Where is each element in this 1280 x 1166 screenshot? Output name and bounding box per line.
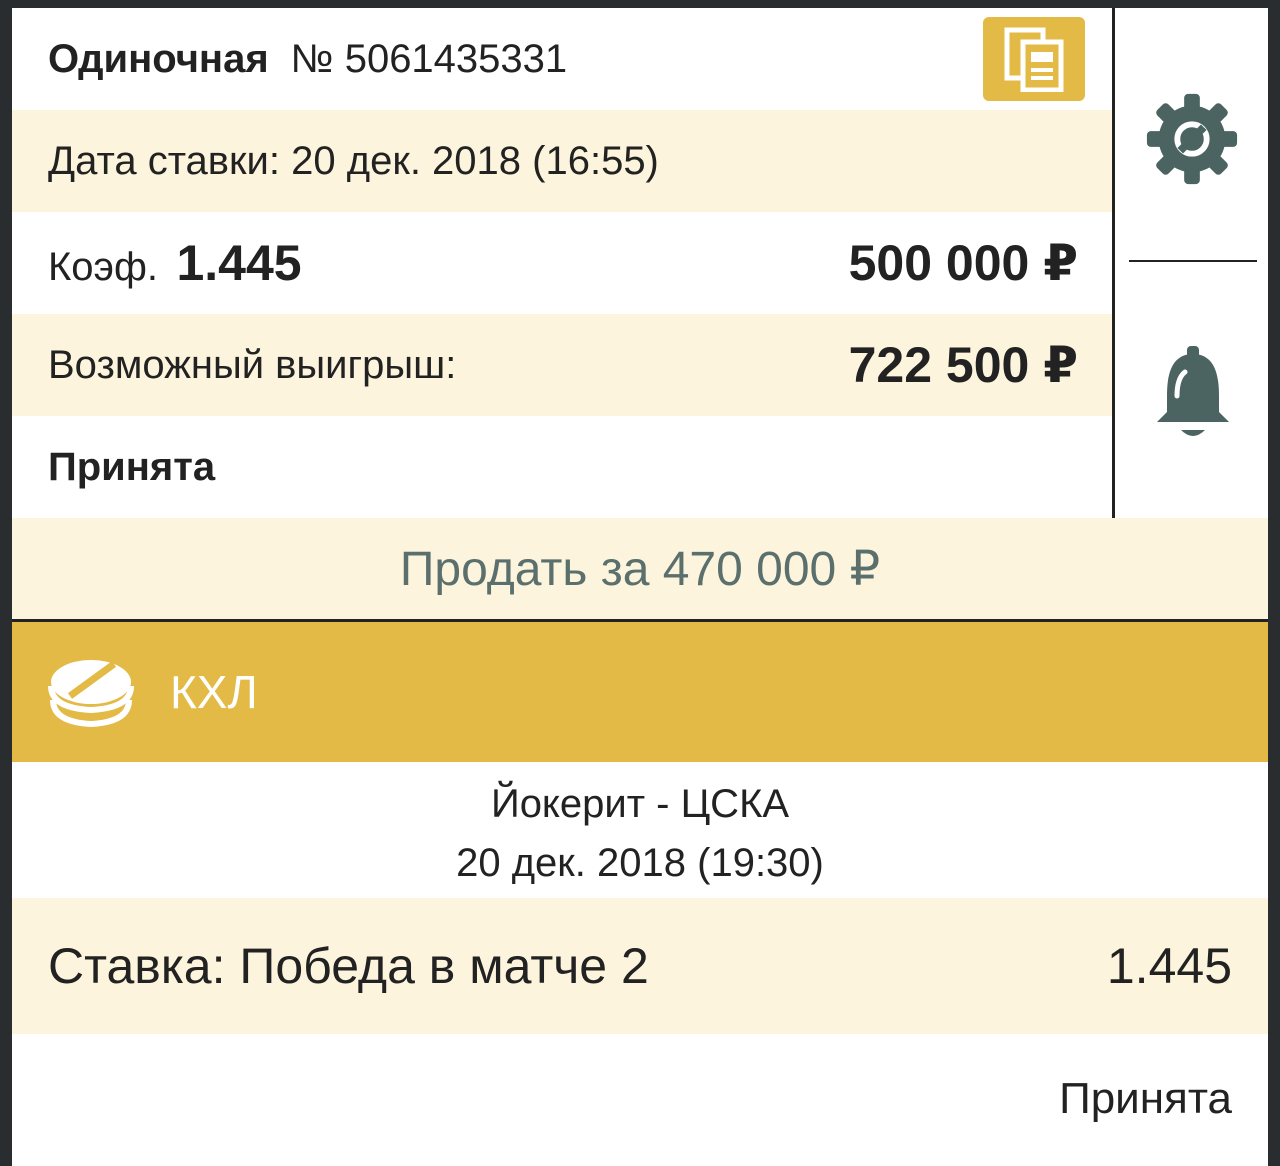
settings-button[interactable] xyxy=(1143,90,1241,193)
stake-amount: 500 000 ₽ xyxy=(848,235,1078,291)
bell-icon xyxy=(1157,346,1229,436)
league-name: КХЛ xyxy=(170,666,258,718)
bet-header: Одиночная № 5061435331 xyxy=(12,8,1112,110)
gear-icon xyxy=(1146,93,1238,185)
bet-coef: 1.445 xyxy=(1106,938,1232,994)
league-header: КХЛ xyxy=(12,622,1268,762)
side-divider xyxy=(1129,260,1257,262)
match-teams: Йокерит - ЦСКА xyxy=(490,782,790,826)
coef-label: Коэф. xyxy=(48,245,158,289)
bet-selection: Ставка: Победа в матче 2 xyxy=(48,938,649,994)
bet-number: № 5061435331 xyxy=(290,36,568,81)
selection-status: Принята xyxy=(1059,1074,1232,1123)
bet-date: Дата ставки: 20 дек. 2018 (16:55) xyxy=(48,138,659,183)
bet-date-row: Дата ставки: 20 дек. 2018 (16:55) xyxy=(12,110,1112,212)
possible-win-value: 722 500 ₽ xyxy=(848,337,1078,393)
coef-row: Коэф. 1.445 500 000 ₽ xyxy=(12,212,1112,314)
status-row: Принята xyxy=(12,416,1112,518)
side-actions xyxy=(1112,8,1268,518)
document-icon xyxy=(1004,27,1064,92)
sell-bet-button[interactable]: Продать за 470 000 ₽ xyxy=(12,518,1268,622)
notify-button[interactable] xyxy=(1153,346,1233,447)
match-date: 20 дек. 2018 (19:30) xyxy=(456,841,824,885)
bet-selection-row: Ставка: Победа в матче 2 1.445 xyxy=(12,898,1268,1034)
bet-status: Принята xyxy=(48,444,216,489)
possible-win-label: Возможный выигрыш: xyxy=(48,342,457,387)
match-info: Йокерит - ЦСКА 20 дек. 2018 (19:30) xyxy=(12,762,1268,898)
coef-value: 1.445 xyxy=(176,235,302,291)
bet-card: Одиночная № 5061435331 Дата ставки: 20 де… xyxy=(12,8,1268,1166)
hockey-puck-icon xyxy=(48,660,134,728)
copy-document-button[interactable] xyxy=(983,17,1085,101)
bet-type: Одиночная xyxy=(48,36,269,81)
possible-win-row: Возможный выигрыш: 722 500 ₽ xyxy=(12,314,1112,416)
